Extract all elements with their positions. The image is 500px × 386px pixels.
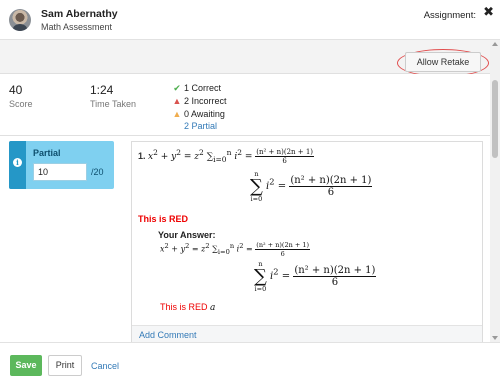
warning-icon: ▲ — [172, 96, 182, 106]
assessment-name: Math Assessment — [41, 22, 113, 32]
question-equation-inline: x2 + y2 = z2 ∑i=0n i2 = (n² + n)(2n + 1)… — [148, 148, 315, 165]
save-button[interactable]: Save — [10, 355, 42, 376]
grade-status: Partial — [33, 148, 61, 158]
scroll-down-icon[interactable] — [492, 336, 498, 340]
question-panel: 1. x2 + y2 = z2 ∑i=0n i2 = (n² + n)(2n +… — [131, 141, 483, 342]
answer-equation-display: n ∑ i=0 i2 = (n² + n)(2n + 1) 6 — [254, 260, 377, 293]
cancel-link[interactable]: Cancel — [91, 361, 119, 371]
score-max: /20 — [91, 167, 104, 177]
score-label: Score — [9, 99, 33, 109]
avatar — [9, 9, 31, 31]
question-text: 1. x2 + y2 = z2 ∑i=0n i2 = (n² + n)(2n +… — [138, 148, 315, 165]
score-input[interactable] — [33, 163, 87, 181]
add-comment-link[interactable]: Add Comment — [139, 330, 197, 340]
partial-count-link[interactable]: 2 Partial — [184, 121, 217, 131]
scrollbar[interactable] — [490, 40, 500, 342]
info-icon: i — [13, 158, 22, 167]
stats-panel: 40 Score 1:24 Time Taken ✔ 1 Correct ▲ 2 I… — [0, 74, 490, 136]
incorrect-count: ▲ 2 Incorrect — [172, 96, 227, 106]
awaiting-count: ▲ 0 Awaiting — [172, 109, 225, 119]
scroll-up-icon[interactable] — [492, 42, 498, 46]
allow-retake-button[interactable]: Allow Retake — [405, 52, 481, 72]
question-number: 1. — [138, 151, 146, 161]
modal-footer: Save Print Cancel — [0, 342, 500, 386]
student-name: Sam Abernathy — [41, 8, 118, 20]
modal-header: Sam Abernathy Math Assessment Assignment… — [0, 0, 500, 40]
toolbar: Allow Retake — [0, 40, 490, 77]
comment-bar: Add Comment — [132, 325, 482, 342]
check-icon: ✔ — [173, 83, 181, 93]
assignment-label: Assignment: — [423, 10, 476, 21]
score-value: 40 — [9, 83, 23, 97]
time-label: Time Taken — [90, 99, 137, 109]
question-equation-display: n ∑ i=0 i2 = (n² + n)(2n + 1) 6 — [250, 170, 373, 203]
close-icon[interactable]: ✖ — [483, 5, 494, 18]
your-answer-label: Your Answer: — [158, 230, 216, 240]
scroll-thumb[interactable] — [492, 80, 498, 158]
grade-strip: i — [9, 141, 26, 189]
time-value: 1:24 — [90, 83, 114, 97]
answer-red-text: This is RED a — [160, 302, 216, 313]
question-red-text: This is RED — [138, 214, 189, 224]
answer-equation-inline: x2 + y2 = z2 ∑i=0n i2 = (n² + n)(2n + 1)… — [160, 241, 311, 258]
correct-count: ✔ 1 Correct — [173, 83, 222, 93]
modal-body: Allow Retake 40 Score 1:24 Time Taken ✔ 1… — [0, 40, 490, 342]
grade-card: i Partial /20 — [9, 141, 114, 189]
warning-icon: ▲ — [172, 109, 182, 119]
question-area: i Partial /20 1. x2 + y2 = z2 ∑i=0n i2 =… — [0, 136, 490, 342]
print-button[interactable]: Print — [48, 355, 82, 376]
